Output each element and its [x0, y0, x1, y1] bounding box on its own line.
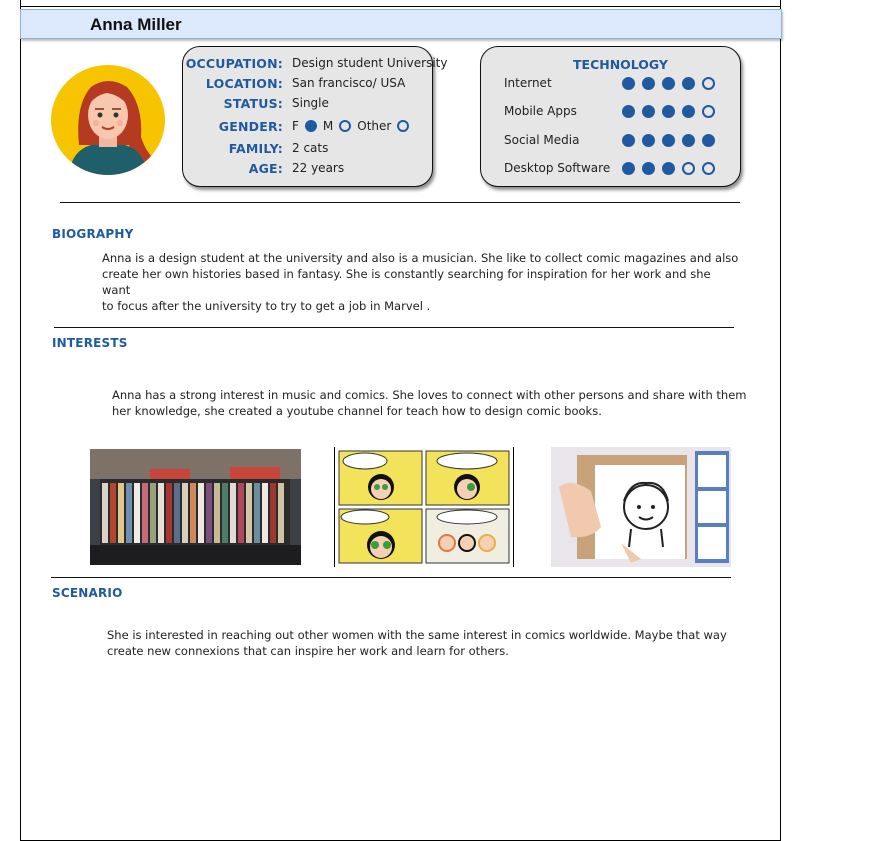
rating-dot-filled	[662, 162, 675, 175]
tech-row-mobile-apps: Mobile Apps	[504, 104, 719, 120]
biography-line: to focus after the university to try to …	[102, 299, 431, 313]
gender-label: GENDER:	[218, 119, 283, 134]
gender-option-other-label: Other	[357, 119, 392, 133]
interests-line: her knowledge, she created a youtube cha…	[112, 404, 602, 418]
location-value: San francisco/ USA	[292, 76, 406, 90]
interests-line: Anna has a strong interest in music and …	[112, 388, 747, 402]
interests-text: Anna has a strong interest in music and …	[112, 387, 752, 419]
rating-dot-filled	[622, 105, 635, 118]
gender-radio-m[interactable]	[339, 120, 352, 132]
biography-title: BIOGRAPHY	[52, 227, 134, 241]
family-row: FAMILY: 2 cats	[183, 141, 434, 159]
scenario-line: create new connexions that can inspire h…	[107, 644, 509, 658]
tech-label: Internet	[504, 76, 552, 90]
location-row: LOCATION: San francisco/ USA	[183, 76, 434, 94]
interests-title: INTERESTS	[52, 336, 128, 350]
tech-row-social-media: Social Media	[504, 133, 719, 149]
occupation-value: Design student University	[292, 56, 448, 70]
tech-label: Mobile Apps	[504, 104, 577, 118]
comic-strip-image	[338, 450, 510, 564]
rating-dot-filled	[702, 134, 715, 147]
rating-dot-filled	[682, 134, 695, 147]
rating-dot-filled	[622, 162, 635, 175]
location-label: LOCATION:	[205, 76, 283, 91]
rating-dot-filled	[662, 105, 675, 118]
scenario-line: She is interested in reaching out other …	[107, 628, 727, 642]
rating-dot-filled	[622, 77, 635, 90]
divider	[60, 202, 740, 203]
gender-options: F M Other	[292, 119, 415, 133]
rating-dots	[622, 162, 722, 175]
divider	[51, 577, 731, 578]
header-bar: Anna Miller	[20, 9, 782, 39]
family-label: FAMILY:	[228, 141, 283, 156]
tech-row-internet: Internet	[504, 76, 719, 92]
rating-dot-filled	[622, 134, 635, 147]
gender-option-m-label: M	[322, 119, 334, 133]
record-store-image	[90, 449, 301, 565]
tech-label: Social Media	[504, 133, 580, 147]
technology-box: TECHNOLOGY Internet Mobile Apps Social M…	[480, 46, 741, 187]
occupation-row: OCCUPATION: Design student University	[183, 56, 448, 74]
rating-dot-filled	[682, 77, 695, 90]
biography-line: Anna is a design student at the universi…	[102, 251, 739, 265]
rating-dot-filled	[642, 105, 655, 118]
rating-dots	[622, 134, 722, 147]
status-value: Single	[292, 96, 329, 110]
rating-dot-empty	[682, 162, 695, 175]
record-store-photo	[90, 449, 301, 565]
biography-text: Anna is a design student at the universi…	[102, 250, 742, 314]
status-row: STATUS: Single	[183, 96, 434, 114]
rating-dot-filled	[642, 134, 655, 147]
age-row: AGE: 22 years	[183, 161, 434, 179]
rating-dot-empty	[702, 105, 715, 118]
rating-dot-empty	[702, 162, 715, 175]
scenario-title: SCENARIO	[52, 586, 123, 600]
age-label: AGE:	[248, 161, 283, 176]
rating-dots	[622, 77, 722, 90]
tech-row-desktop-software: Desktop Software	[504, 161, 719, 177]
persona-name: Anna Miller	[90, 15, 182, 34]
drawing-tutorial-photo	[551, 447, 731, 567]
age-value: 22 years	[292, 161, 345, 175]
rating-dot-filled	[662, 134, 675, 147]
status-label: STATUS:	[223, 96, 283, 111]
rating-dot-filled	[682, 105, 695, 118]
gender-row: GENDER: F M Other	[183, 119, 434, 137]
rating-dots	[622, 105, 722, 118]
comic-strip-photo	[334, 447, 514, 567]
profile-info-box: OCCUPATION: Design student University LO…	[182, 46, 448, 187]
occupation-label: OCCUPATION:	[185, 56, 283, 71]
gender-radio-f[interactable]	[304, 120, 317, 132]
technology-title: TECHNOLOGY	[573, 57, 668, 72]
gender-option-f-label: F	[292, 119, 299, 133]
scenario-text: She is interested in reaching out other …	[107, 627, 747, 659]
biography-line: create her own histories based in fantas…	[102, 267, 711, 297]
family-value: 2 cats	[292, 141, 329, 155]
rating-dot-filled	[642, 77, 655, 90]
avatar-illustration	[69, 81, 157, 175]
gender-radio-other[interactable]	[397, 120, 410, 132]
rating-dot-filled	[642, 162, 655, 175]
drawing-tutorial-image	[551, 447, 731, 567]
tech-label: Desktop Software	[504, 161, 611, 175]
rating-dot-empty	[702, 77, 715, 90]
divider	[54, 327, 734, 328]
avatar	[51, 65, 165, 175]
rating-dot-filled	[662, 77, 675, 90]
